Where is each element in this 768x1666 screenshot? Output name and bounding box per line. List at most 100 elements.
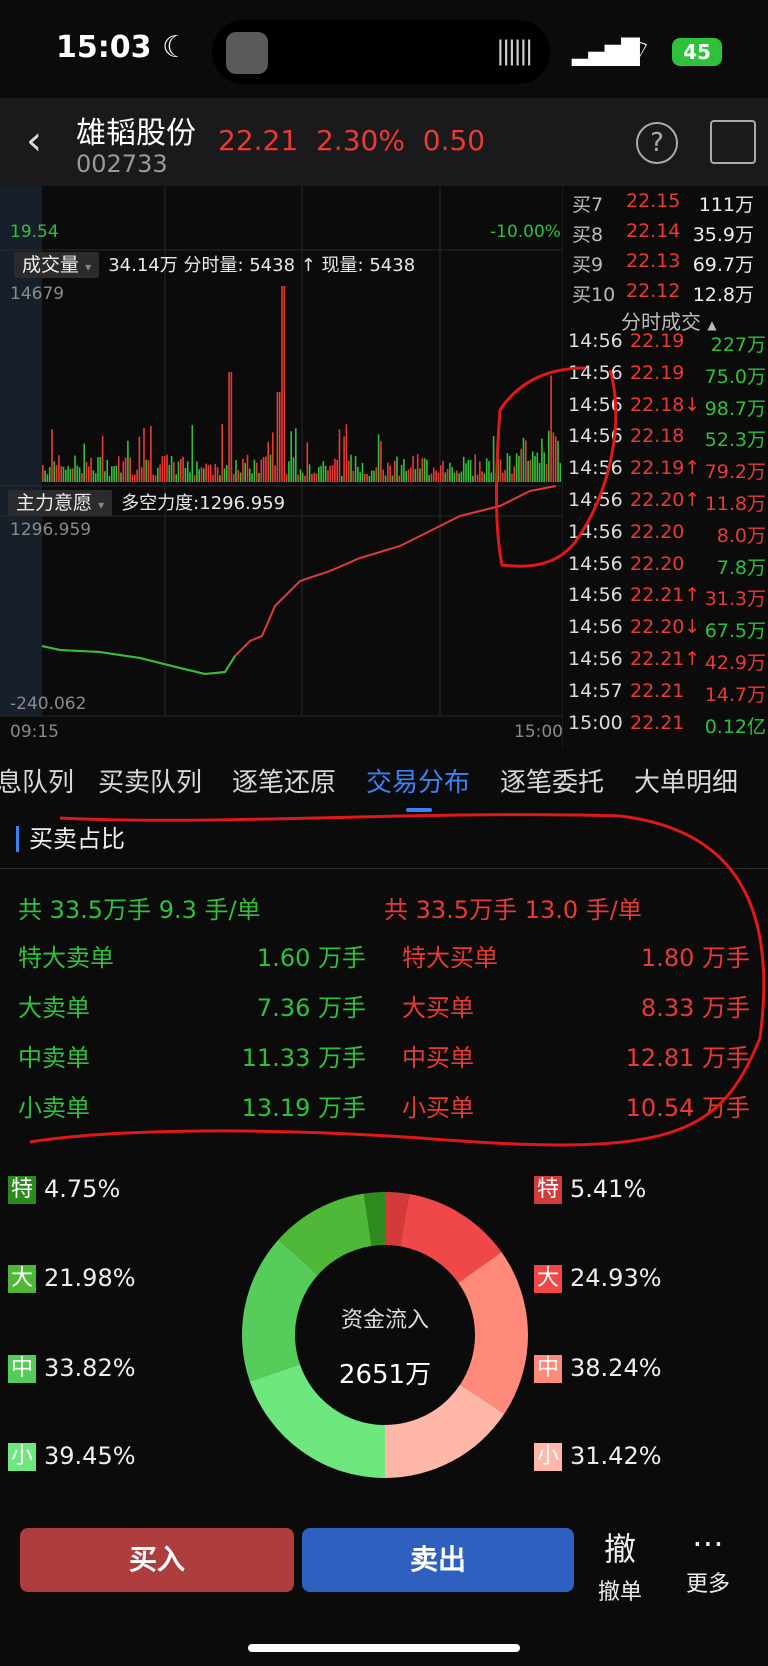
volume-bar: [209, 464, 212, 482]
tab-0[interactable]: 息队列: [0, 762, 74, 799]
volume-bar: [272, 432, 274, 482]
ob-label: 买7: [572, 194, 604, 216]
volume-bar: [384, 475, 387, 482]
layout-switch-icon[interactable]: [710, 120, 756, 164]
volume-bar: [472, 475, 474, 482]
volume-bar: [226, 465, 228, 482]
volume-bar: [462, 456, 465, 482]
volume-bar: [403, 459, 405, 482]
volume-bar: [152, 474, 154, 482]
trade-price: 22.20↓: [630, 616, 701, 639]
volume-bar: [163, 456, 166, 482]
help-icon[interactable]: ?: [636, 122, 678, 164]
volume-bar: [469, 460, 472, 482]
volume-bar: [444, 472, 447, 482]
volume-bar: [157, 467, 159, 482]
fund-flow-donut: [241, 1192, 528, 1478]
volume-bar: [198, 469, 200, 482]
volume-bar: [182, 456, 184, 482]
force-line-negative: [41, 645, 236, 676]
tab-4[interactable]: 逐笔委托: [500, 762, 604, 799]
volume-bar: [308, 464, 311, 482]
tab-1[interactable]: 买卖队列: [98, 762, 202, 799]
volume-bar: [175, 474, 177, 482]
trade-volume: 98.7万: [704, 397, 766, 420]
volume-bar: [352, 471, 355, 482]
volume-bar: [203, 468, 205, 482]
volume-bar: [412, 455, 414, 482]
sell-button[interactable]: 卖出: [302, 1528, 574, 1592]
wifi-icon: ⌔: [624, 34, 653, 69]
donut-center-value: 2651万: [338, 1360, 432, 1390]
volume-bar: [442, 460, 444, 482]
hand-drawn-annotation-2: [29, 813, 766, 1147]
sell-legend-pct: 4.75%: [44, 1175, 121, 1203]
volume-bar: [423, 458, 426, 482]
volume-bar: [237, 469, 240, 482]
tab-2[interactable]: 逐笔还原: [232, 762, 336, 799]
ob-price: 22.15: [626, 190, 681, 212]
volume-bar: [85, 461, 88, 482]
volume-bar: [419, 468, 421, 482]
trade-price: 22.19↑: [630, 457, 701, 480]
volume-bar: [65, 469, 67, 482]
volume-bar: [120, 472, 122, 482]
force-tag[interactable]: 主力意愿 ▾: [8, 490, 113, 516]
volume-bar: [439, 465, 442, 482]
volume-bar: [366, 474, 368, 482]
trade-volume: 67.5万: [704, 620, 766, 643]
volume-bar: [327, 470, 329, 482]
volume-bar: [212, 474, 214, 482]
volume-bar: [297, 474, 299, 482]
volume-bar: [437, 472, 440, 482]
trade-time: 14:56: [568, 648, 623, 670]
volume-bar: [387, 462, 389, 482]
buy-legend-tag: 小: [534, 1443, 562, 1471]
volume-tag[interactable]: 成交量 ▾: [14, 252, 100, 278]
volume-bar: [359, 472, 361, 482]
ob-volume: 35.9万: [692, 224, 754, 246]
trade-volume: 42.9万: [704, 652, 766, 674]
tab-5[interactable]: 大单明细: [634, 762, 738, 799]
buy-slice: [458, 1252, 528, 1414]
volume-bar: [230, 372, 233, 482]
volume-bar: [71, 468, 74, 482]
volume-bar: [375, 467, 378, 482]
buy-button[interactable]: 买入: [20, 1528, 294, 1592]
tab-3[interactable]: 交易分布: [366, 762, 470, 799]
volume-bar: [364, 474, 366, 482]
volume-bar: [104, 471, 106, 482]
volume-bar: [186, 461, 189, 482]
volume-bar: [476, 474, 479, 482]
volume-bar: [274, 465, 276, 482]
cancel-order-button[interactable]: 撤 撤单: [592, 1524, 648, 1606]
trade-time: 14:56: [568, 584, 623, 607]
volume-bar: [147, 460, 150, 482]
volume-bar: [101, 435, 104, 482]
volume-bar: [196, 461, 198, 482]
chart-top-right: -10.00%: [490, 222, 561, 242]
more-button[interactable]: ⋯ 更多: [680, 1524, 736, 1598]
volume-bar: [239, 472, 242, 482]
trade-volume: 52.3万: [704, 429, 766, 452]
volume-bar: [373, 470, 375, 482]
trade-price: 22.18↓: [630, 393, 701, 416]
volume-bar: [433, 467, 435, 482]
volume-bar: [122, 461, 125, 482]
hand-drawn-annotation: [494, 366, 618, 568]
order-book-row: 买8 22.14 35.9万: [568, 220, 768, 250]
volume-bar: [191, 425, 194, 482]
volume-bar: [370, 470, 373, 482]
volume-bar: [338, 429, 341, 482]
trade-row: 14:56 22.21↑ 31.3万: [568, 584, 768, 616]
back-icon[interactable]: ‹: [26, 118, 42, 164]
stock-name: 雄韬股份: [76, 116, 196, 151]
volume-bar: [106, 459, 108, 482]
ob-label: 买8: [572, 224, 604, 246]
volume-bar: [136, 469, 138, 482]
volume-bar: [357, 466, 359, 482]
volume-bar: [292, 457, 295, 482]
volume-bar: [200, 467, 203, 482]
volume-bar: [322, 461, 325, 482]
volume-bar: [51, 429, 53, 482]
